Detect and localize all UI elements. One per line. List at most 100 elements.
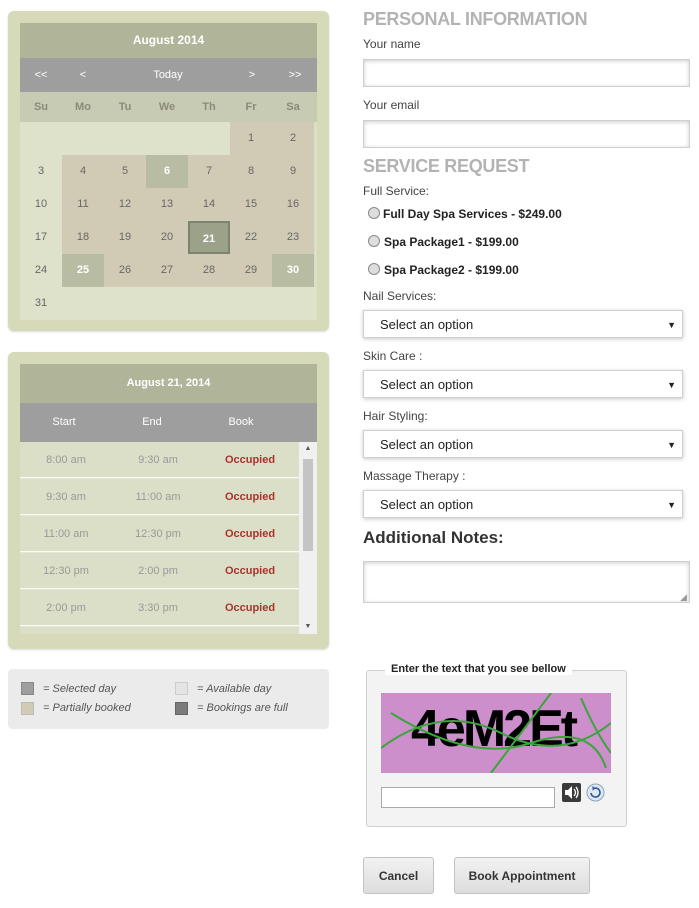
additional-notes-textarea[interactable] [363,561,690,603]
calendar-day-20[interactable]: 20 [146,221,188,254]
weekday-label: Sa [286,101,300,113]
massage-therapy-label: Massage Therapy : [363,469,466,483]
weekday-label: Fr [245,101,257,113]
captcha-image: 4eM2Et [381,693,611,773]
weekday-label: Th [202,101,216,113]
slot-end: 3:30 pm [138,602,178,614]
spa-package1-radio[interactable] [368,235,380,247]
prev-year-button[interactable]: << [20,58,62,92]
next-year-button[interactable]: >> [273,58,317,92]
calendar-day-10[interactable]: 10 [20,188,62,221]
slots-list[interactable]: 8:00 am 9:30 am Occupied 9:30 am 11:00 a… [20,442,317,634]
full-day-spa-label: Full Day Spa Services - $249.00 [383,207,562,221]
skin-care-select[interactable]: Select an option ▼ [363,370,683,398]
calendar-month-title: August 2014 [20,23,317,58]
email-input[interactable] [363,120,690,148]
available-day-swatch [175,682,188,695]
calendar-day-24[interactable]: 24 [20,254,62,287]
hair-styling-label: Hair Styling: [363,409,428,423]
calendar-empty-cells [20,122,230,155]
calendar-day-14[interactable]: 14 [188,188,230,221]
slot-start: 12:30 pm [43,565,89,577]
resize-handle-icon[interactable]: ◢ [680,592,687,603]
table-row: 8:00 am 9:30 am Occupied [20,442,299,478]
captcha-input[interactable] [381,787,555,808]
calendar-day-4[interactable]: 4 [62,155,104,188]
legend-partial-label: = Partially booked [43,702,131,714]
nail-services-value: Select an option [380,317,474,332]
hair-styling-select[interactable]: Select an option ▼ [363,430,683,458]
name-label: Your name [363,37,421,51]
calendar-day-9[interactable]: 9 [272,155,314,188]
scroll-down-arrow-icon[interactable]: ▼ [299,623,317,630]
cancel-button[interactable]: Cancel [363,857,434,894]
calendar-day-7[interactable]: 7 [188,155,230,188]
calendar-day-26[interactable]: 26 [104,254,146,287]
scroll-up-arrow-icon[interactable]: ▲ [299,445,317,452]
massage-therapy-value: Select an option [380,497,474,512]
calendar-day-12[interactable]: 12 [104,188,146,221]
spa-package2-radio[interactable] [368,263,380,275]
prev-month-button[interactable]: < [62,58,104,92]
calendar-day-16[interactable]: 16 [272,188,314,221]
slot-end: 9:30 am [138,454,178,466]
weekday-header: Su Mo Tu We Th Fr Sa [20,92,317,122]
massage-therapy-select[interactable]: Select an option ▼ [363,490,683,518]
legend-available-label: = Available day [197,683,272,695]
calendar-day-15[interactable]: 15 [230,188,272,221]
start-column-header: Start [52,416,76,428]
table-row: 12:30 pm 2:00 pm Occupied [20,553,299,589]
calendar-legend: = Selected day = Available day = Partial… [8,669,329,729]
calendar-day-3[interactable]: 3 [20,155,62,188]
slot-end: 2:00 pm [138,565,178,577]
name-input[interactable] [363,59,690,87]
calendar-day-8[interactable]: 8 [230,155,272,188]
slot-start: 8:00 am [46,454,86,466]
calendar-day-18[interactable]: 18 [62,221,104,254]
calendar-day-27[interactable]: 27 [146,254,188,287]
calendar-day-30[interactable]: 30 [272,254,314,287]
calendar-day-11[interactable]: 11 [62,188,104,221]
captcha-legend: Enter the text that you see bellow [385,663,572,675]
calendar-day-5[interactable]: 5 [104,155,146,188]
full-day-spa-radio[interactable] [368,207,380,219]
email-label: Your email [363,98,420,112]
book-appointment-button[interactable]: Book Appointment [454,857,590,894]
next-month-button[interactable]: > [231,58,273,92]
calendar-empty-cells [62,287,317,320]
service-request-title: SERVICE REQUEST [363,156,530,176]
calendar-day-17[interactable]: 17 [20,221,62,254]
calendar-day-23[interactable]: 23 [272,221,314,254]
calendar-day-29[interactable]: 29 [230,254,272,287]
additional-notes-title: Additional Notes: [363,528,504,547]
today-button[interactable]: Today [125,58,211,92]
slot-start: 11:00 am [43,528,89,540]
slot-status: Occupied [224,602,276,614]
calendar-day-19[interactable]: 19 [104,221,146,254]
end-column-header: End [142,416,162,428]
calendar-day-6[interactable]: 6 [146,155,188,188]
legend-selected-label: = Selected day [43,683,117,695]
skin-care-value: Select an option [380,377,474,392]
calendar-nav-bar: << < Today > >> [20,58,317,92]
nail-services-select[interactable]: Select an option ▼ [363,310,683,338]
slots-scrollbar[interactable]: ▲ ▼ [299,442,317,634]
scrollbar-thumb[interactable] [303,459,313,551]
slots-date-title: August 21, 2014 [20,364,317,403]
legend-full-label: = Bookings are full [197,702,288,714]
audio-captcha-icon[interactable] [562,783,581,802]
calendar-day-25[interactable]: 25 [62,254,104,287]
refresh-captcha-icon[interactable] [586,783,605,802]
calendar-day-2[interactable]: 2 [272,122,314,155]
weekday-label: Su [33,101,49,113]
calendar-grid: August 2014 << < Today > >> Su Mo Tu We … [20,23,317,320]
calendar-day-31[interactable]: 31 [20,287,62,320]
calendar-day-22[interactable]: 22 [230,221,272,254]
chevron-down-icon: ▼ [667,500,676,510]
table-row: 11:00 am 12:30 pm Occupied [20,516,299,552]
calendar-day-1[interactable]: 1 [230,122,272,155]
calendar-day-21[interactable]: 21 [188,221,230,254]
calendar-day-28[interactable]: 28 [188,254,230,287]
calendar-day-13[interactable]: 13 [146,188,188,221]
chevron-down-icon: ▼ [667,380,676,390]
